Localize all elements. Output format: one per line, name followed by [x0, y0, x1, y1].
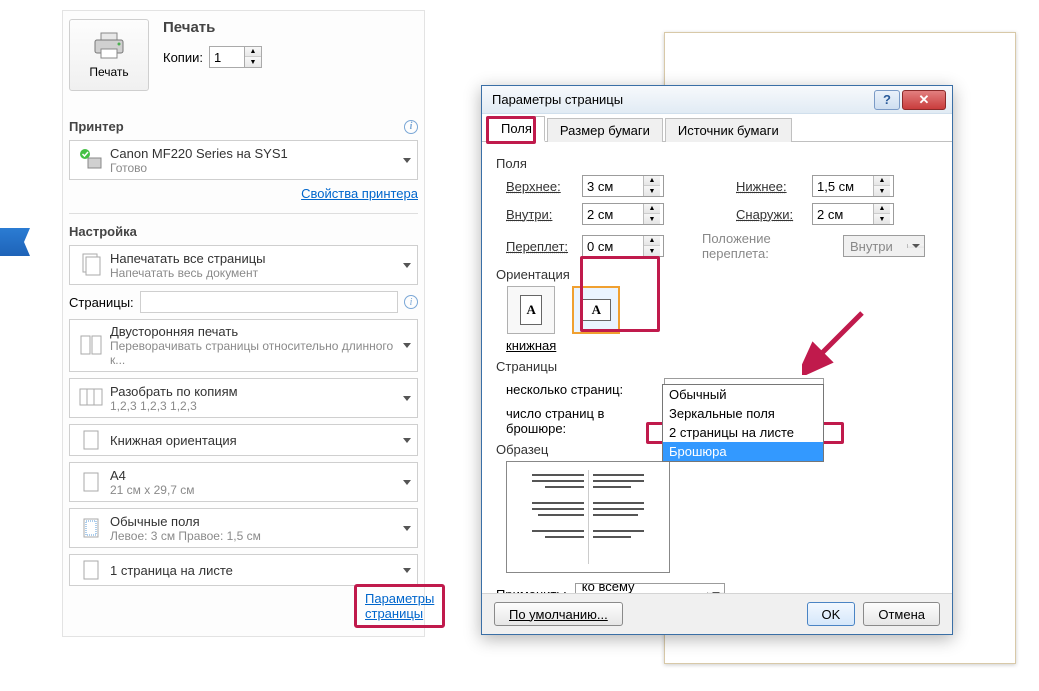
chevron-down-icon: [403, 480, 411, 485]
print-header: Печать: [163, 19, 262, 36]
ok-button[interactable]: OK: [807, 602, 856, 626]
inner-label: Внутри:: [506, 207, 576, 222]
gutter-label: Переплет:: [506, 239, 576, 254]
copies-spinner[interactable]: ▲ ▼: [209, 46, 262, 68]
chevron-down-icon: [403, 526, 411, 531]
info-icon[interactable]: i: [404, 295, 418, 309]
option-normal[interactable]: Обычный: [663, 385, 823, 404]
help-button[interactable]: ?: [874, 90, 900, 110]
print-button[interactable]: Печать: [69, 19, 149, 91]
margins-icon: [82, 517, 100, 539]
tab-paper-source[interactable]: Источник бумаги: [665, 118, 792, 142]
top-label: Верхнее:: [506, 179, 576, 194]
chevron-down-icon: [403, 568, 411, 573]
chevron-down-icon: [403, 438, 411, 443]
outer-label: Снаружи:: [736, 207, 806, 222]
option-brochure[interactable]: Брошюра: [663, 442, 823, 461]
multi-pages-label: несколько страниц:: [506, 382, 656, 397]
default-button[interactable]: По умолчанию...: [494, 602, 623, 626]
inner-spinner[interactable]: ▲▼: [582, 203, 664, 225]
single-page-icon: [82, 559, 100, 581]
copies-down[interactable]: ▼: [245, 57, 261, 67]
gutter-spinner[interactable]: ▲▼: [582, 235, 664, 257]
printer-ready-icon: [79, 148, 103, 172]
dialog-button-bar: По умолчанию... OK Отмена: [482, 593, 952, 634]
fields-group: Поля: [496, 156, 940, 171]
option-mirror[interactable]: Зеркальные поля: [663, 404, 823, 423]
pages-input[interactable]: [140, 291, 398, 313]
printer-section-header: Принтер i: [69, 109, 418, 134]
option-two-per-sheet[interactable]: 2 страницы на листе: [663, 423, 823, 442]
printer-properties-link[interactable]: Свойства принтера: [69, 186, 418, 201]
chevron-down-icon: [403, 158, 411, 163]
ribbon-tab-indicator: [0, 228, 30, 256]
printer-status: Готово: [110, 161, 403, 175]
orientation-combo[interactable]: Книжная ориентация: [69, 424, 418, 456]
page-setup-dialog: Параметры страницы ? ✕ Поля Размер бумаг…: [481, 85, 953, 635]
tab-fields[interactable]: Поля: [488, 116, 545, 142]
dialog-title: Параметры страницы: [492, 92, 874, 107]
pages-group: Страницы: [496, 359, 940, 374]
printer-name: Canon MF220 Series на SYS1: [110, 146, 403, 161]
printer-combo[interactable]: Canon MF220 Series на SYS1 Готово: [69, 140, 418, 180]
dialog-titlebar[interactable]: Параметры страницы ? ✕: [482, 86, 952, 114]
bottom-spinner[interactable]: ▲▼: [812, 175, 894, 197]
duplex-combo[interactable]: Двусторонняя печать Переворачивать стран…: [69, 319, 418, 372]
print-backstage-panel: Печать Печать Копии: ▲ ▼ Принтер i: [62, 10, 425, 637]
chevron-down-icon: [403, 396, 411, 401]
gutter-pos-label: Положение переплета:: [702, 231, 837, 261]
bottom-label: Нижнее:: [736, 179, 806, 194]
settings-section-header: Настройка: [69, 213, 418, 239]
orientation-group: Ориентация: [496, 267, 940, 282]
collate-icon: [79, 385, 103, 411]
print-what-combo[interactable]: Напечатать все страницы Напечатать весь …: [69, 245, 418, 285]
print-what-title: Напечатать все страницы: [110, 251, 403, 266]
tabs-strip: Поля Размер бумаги Источник бумаги: [482, 114, 952, 142]
chevron-down-icon: [403, 263, 411, 268]
cancel-button[interactable]: Отмена: [863, 602, 940, 626]
paper-combo[interactable]: A4 21 см x 29,7 см: [69, 462, 418, 502]
top-spinner[interactable]: ▲▼: [582, 175, 664, 197]
orientation-portrait[interactable]: A книжная: [506, 286, 556, 353]
portrait-page-icon: [82, 429, 100, 451]
collate-combo[interactable]: Разобрать по копиям 1,2,3 1,2,3 1,2,3: [69, 378, 418, 418]
pages-per-sheet-combo[interactable]: 1 страница на листе: [69, 554, 418, 586]
pages-label: Страницы:: [69, 295, 134, 310]
pages-stack-icon: [80, 252, 102, 278]
orientation-landscape[interactable]: A: [572, 286, 620, 353]
close-button[interactable]: ✕: [902, 90, 946, 110]
outer-spinner[interactable]: ▲▼: [812, 203, 894, 225]
brochure-sheets-label: число страниц в брошюре:: [506, 406, 656, 436]
info-icon[interactable]: i: [404, 120, 418, 134]
copies-label: Копии:: [163, 50, 203, 65]
duplex-icon: [79, 333, 103, 359]
copies-input[interactable]: [210, 47, 244, 67]
page-setup-link[interactable]: Параметры страницы: [365, 591, 434, 621]
chevron-down-icon: [403, 343, 411, 348]
preview-box: [506, 461, 670, 573]
paper-icon: [82, 471, 100, 493]
page-setup-link-highlight: Параметры страницы: [354, 584, 445, 628]
print-what-sub: Напечатать весь документ: [110, 266, 403, 280]
multi-pages-dropdown[interactable]: Обычный Зеркальные поля 2 страницы на ли…: [662, 384, 824, 462]
margins-combo[interactable]: Обычные поля Левое: 3 см Правое: 1,5 см: [69, 508, 418, 548]
printer-icon: [91, 31, 127, 61]
print-button-label: Печать: [89, 65, 128, 79]
tab-paper-size[interactable]: Размер бумаги: [547, 118, 663, 142]
copies-up[interactable]: ▲: [245, 47, 261, 57]
gutter-pos-select: Внутри: [843, 235, 925, 257]
